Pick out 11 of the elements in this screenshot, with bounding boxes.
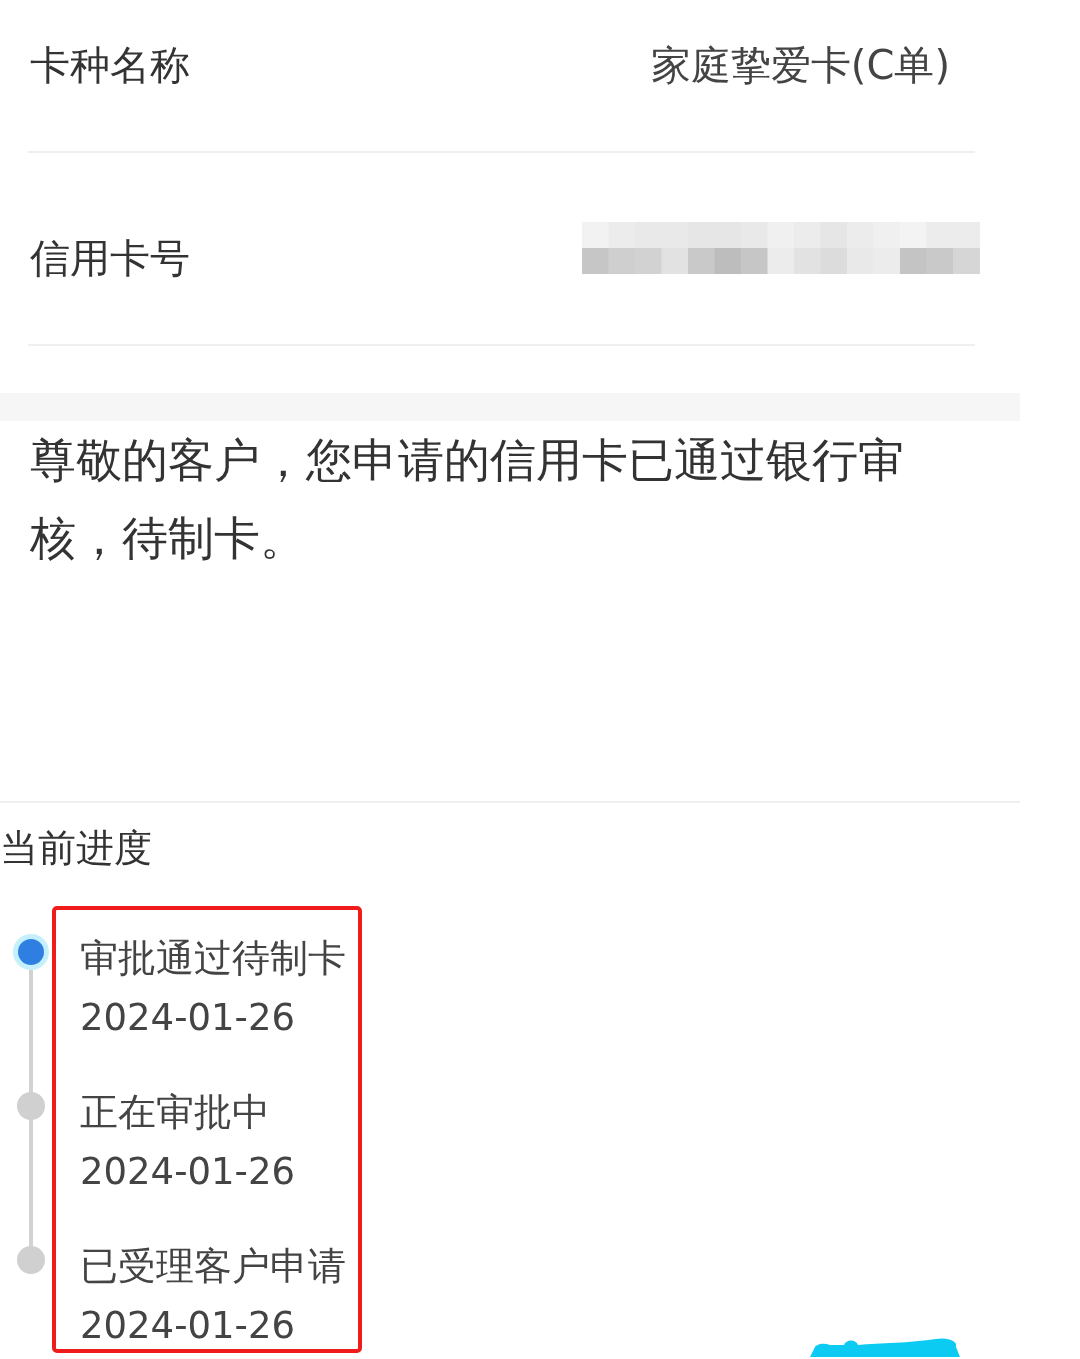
step-title: 已受理客户申请 — [80, 1243, 346, 1290]
section-title: 当前进度 — [0, 825, 152, 872]
status-message: 尊敬的客户，您申请的信用卡已通过银行审核，待制卡。 — [30, 432, 905, 567]
step-date: 2024-01-26 — [80, 1149, 296, 1195]
step-title: 审批通过待制卡 — [80, 935, 346, 982]
step-title: 正在审批中 — [80, 1089, 270, 1136]
field-value: 家庭挚爱卡(C单) — [650, 45, 950, 85]
field-label: 信用卡号 — [30, 238, 190, 278]
step-date: 2024-01-26 — [80, 995, 296, 1041]
step-date: 2024-01-26 — [80, 1303, 296, 1349]
field-label: 卡种名称 — [30, 45, 190, 85]
